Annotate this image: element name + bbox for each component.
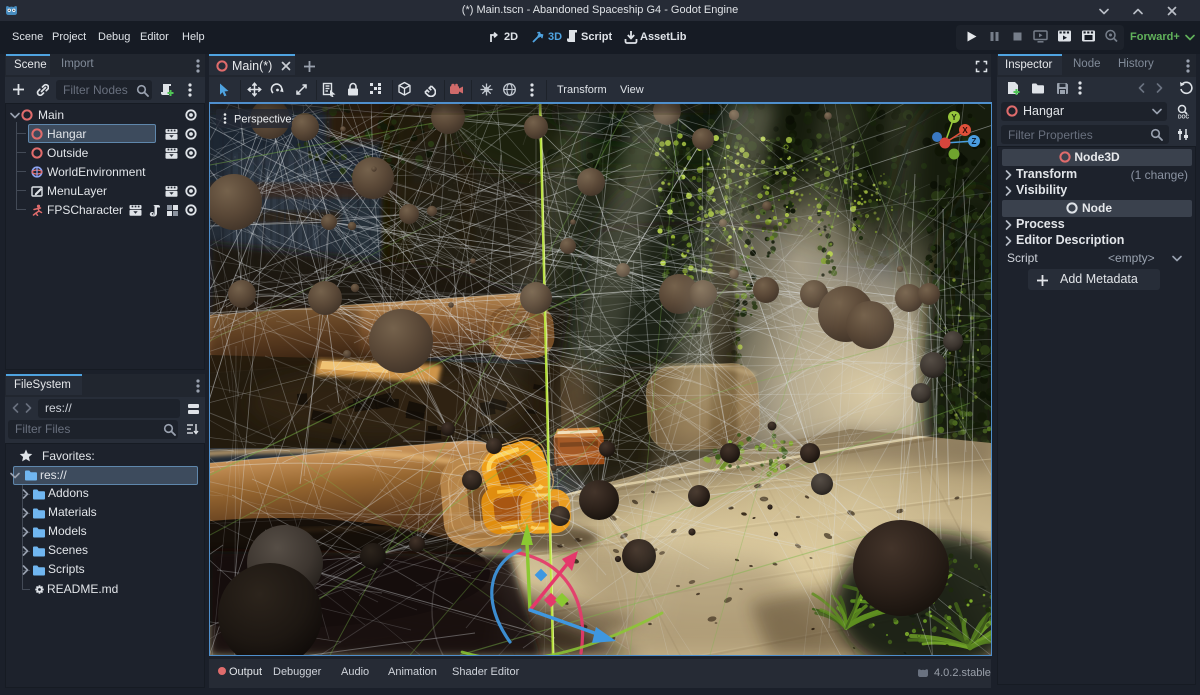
svg-text:X: X <box>962 126 968 135</box>
svg-text:Perspective: Perspective <box>234 114 291 126</box>
svg-text:Z: Z <box>972 137 977 146</box>
svg-text:Y: Y <box>951 113 957 122</box>
svg-text:DOC: DOC <box>1178 115 1189 120</box>
